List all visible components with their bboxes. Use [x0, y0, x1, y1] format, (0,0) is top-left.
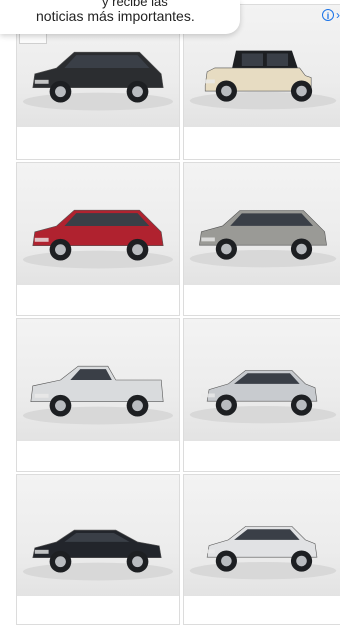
vehicle-photo[interactable] — [17, 319, 179, 441]
vehicle-card-dark-sedan[interactable] — [16, 474, 180, 625]
vehicle-grid — [0, 0, 340, 625]
vehicle-caption — [184, 131, 340, 159]
notification-banner[interactable]: y recibe las noticias más importantes. — [0, 0, 240, 34]
vehicle-photo[interactable] — [184, 319, 340, 441]
vehicle-card-red-crossover[interactable] — [16, 162, 180, 316]
vehicle-caption — [184, 443, 340, 471]
vehicle-caption — [184, 287, 340, 315]
vehicle-caption — [17, 596, 179, 624]
vehicle-card-white-pickup[interactable] — [16, 318, 180, 472]
vehicle-caption — [17, 443, 179, 471]
vehicle-card-silver-hatchback[interactable] — [183, 318, 340, 472]
notice-text-line2: noticias más importantes. — [36, 8, 195, 24]
ad-choices[interactable]: i › — [314, 8, 340, 22]
info-icon[interactable]: i — [322, 9, 334, 21]
vehicle-card-white-compact[interactable] — [183, 474, 340, 625]
vehicle-caption — [184, 596, 340, 624]
vehicle-card-gray-suv[interactable] — [183, 162, 340, 316]
vehicle-photo[interactable] — [184, 475, 340, 597]
vehicle-caption — [17, 287, 179, 315]
vehicle-photo[interactable] — [17, 475, 179, 597]
vehicle-photo[interactable] — [184, 163, 340, 285]
vehicle-photo[interactable] — [17, 163, 179, 285]
vehicle-caption — [17, 131, 179, 159]
close-icon[interactable]: › — [336, 9, 340, 21]
